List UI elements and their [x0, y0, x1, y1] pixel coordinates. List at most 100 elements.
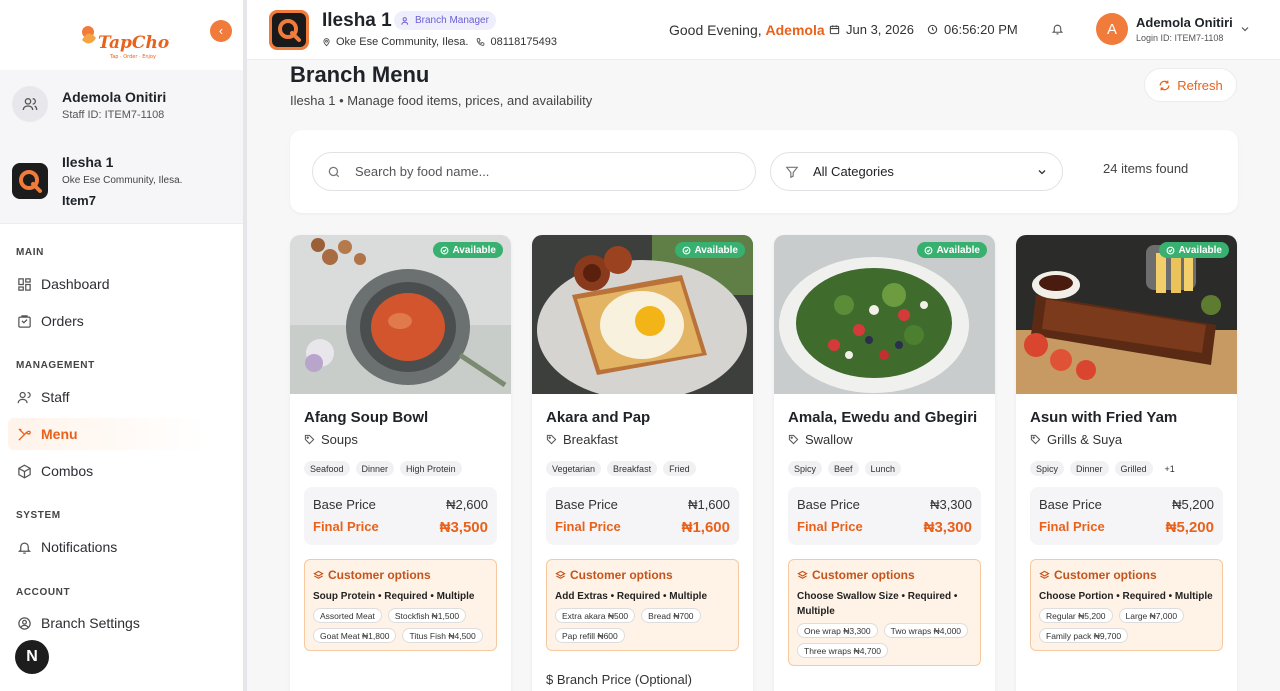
- tag: Spicy: [788, 461, 823, 476]
- sidebar-branch-address: Oke Ese Community, Ilesa.: [62, 175, 183, 186]
- role-badge: Branch Manager: [394, 11, 496, 30]
- price-box: Base Price ₦5,200 Final Price ₦5,200: [1030, 487, 1223, 545]
- search-placeholder: Search by food name...: [355, 164, 490, 179]
- refresh-label: Refresh: [1177, 77, 1223, 93]
- users-icon: [16, 389, 32, 405]
- option-group-label: Add Extras • Required • Multiple: [555, 591, 708, 602]
- section-label-system: SYSTEM: [16, 510, 61, 521]
- category-value: All Categories: [813, 164, 894, 179]
- base-price-label: Base Price: [555, 497, 618, 512]
- layers-icon: [1039, 570, 1050, 579]
- sidebar-item-menu[interactable]: Menu: [8, 418, 208, 450]
- page-title: Branch Menu: [290, 62, 430, 87]
- sidebar-staff-id: Staff ID: ITEM7-1108: [62, 109, 165, 121]
- address-text: Oke Ese Community, Ilesa.: [336, 36, 469, 48]
- food-category: Grills & Suya: [1030, 432, 1122, 447]
- menu-card[interactable]: Available Akara and Pap Breakfast Vegeta…: [532, 235, 753, 691]
- sidebar-item-label: Menu: [41, 426, 78, 442]
- option-group-label: Choose Portion • Required • Multiple: [1039, 591, 1213, 602]
- availability-badge: Available: [917, 242, 987, 258]
- notifications-bell-icon[interactable]: [1051, 22, 1064, 41]
- chevron-down-icon[interactable]: [1239, 22, 1251, 40]
- items-count: 24 items found: [1103, 161, 1189, 176]
- sidebar-item-branch-settings[interactable]: Branch Settings: [8, 607, 208, 639]
- price-box: Base Price ₦1,600 Final Price ₦1,600: [546, 487, 739, 545]
- menu-card[interactable]: Available Amala, Ewedu and Gbegiri Swall…: [774, 235, 995, 691]
- food-category: Swallow: [788, 432, 853, 447]
- user-avatar[interactable]: A: [1096, 13, 1128, 45]
- menu-card[interactable]: Available Asun with Fried Yam Grills & S…: [1016, 235, 1237, 691]
- sidebar-item-label: Notifications: [41, 539, 118, 555]
- category-select[interactable]: All Categories: [770, 152, 1063, 191]
- tag: Dinner: [1070, 461, 1109, 476]
- branch-price-field[interactable]: $ Branch Price (Optional): [546, 672, 692, 687]
- final-price-value: ₦5,200: [1165, 519, 1214, 536]
- final-price-label: Final Price: [313, 519, 379, 534]
- branch-logo: [12, 163, 48, 199]
- phone-icon: [477, 38, 485, 46]
- header-login-id: Login ID: ITEM7-1108: [1136, 33, 1224, 43]
- food-tags: Vegetarian Breakfast Fried: [546, 461, 696, 476]
- sidebar-item-orders[interactable]: Orders: [8, 305, 208, 337]
- sidebar: TapChow Tap · Order · Enjoy ‹ Ademola On…: [0, 0, 244, 691]
- sidebar-scrollbar[interactable]: [243, 0, 247, 691]
- header-user-name[interactable]: Ademola Onitiri: [1136, 15, 1233, 30]
- option-chip: Extra akara ₦500: [555, 608, 636, 623]
- menu-card[interactable]: Available Afang Soup Bowl Soups Seafood …: [290, 235, 511, 691]
- option-chip: Two wraps ₦4,000: [883, 623, 969, 638]
- tag: High Protein: [400, 461, 462, 476]
- n-badge-button[interactable]: N: [15, 640, 49, 674]
- header-branch-name: Ilesha 1: [322, 10, 392, 31]
- settings-icon: [16, 615, 32, 631]
- sidebar-item-dashboard[interactable]: Dashboard: [8, 268, 208, 300]
- section-label-management: MANAGEMENT: [16, 360, 95, 371]
- option-chip: Family pack ₦9,700: [1039, 628, 1129, 643]
- map-pin-icon: [323, 38, 330, 47]
- header-time: 06:56:20 PM: [927, 22, 1018, 37]
- sidebar-profile: Ademola Onitiri Staff ID: ITEM7-1108 Ile…: [0, 70, 243, 224]
- base-price-value: ₦5,200: [1172, 497, 1214, 512]
- option-chip: Large ₦7,000: [1118, 608, 1185, 623]
- sidebar-user-name: Ademola Onitiri: [62, 89, 167, 105]
- user-icon: [401, 16, 409, 25]
- check-circle-icon: [925, 246, 933, 254]
- greeting-name: Ademola: [765, 22, 825, 38]
- search-input[interactable]: Search by food name...: [312, 152, 756, 191]
- orders-icon: [16, 313, 32, 329]
- header-address: Oke Ese Community, Ilesa. 08118175493: [322, 36, 557, 48]
- section-label-account: ACCOUNT: [16, 587, 71, 598]
- refresh-button[interactable]: Refresh: [1144, 68, 1237, 102]
- chevron-down-icon: [1038, 169, 1046, 174]
- sidebar-branch-name: Ilesha 1: [62, 154, 114, 170]
- role-label: Branch Manager: [415, 15, 489, 26]
- sidebar-item-combos[interactable]: Combos: [8, 455, 208, 487]
- check-circle-icon: [683, 246, 691, 254]
- header-branch-logo: [269, 10, 309, 50]
- tapchow-logo[interactable]: TapChow Tap · Order · Enjoy: [74, 18, 185, 62]
- sidebar-branch-code: Item7: [62, 193, 96, 208]
- customer-options: Customer options Choose Swallow Size • R…: [788, 559, 981, 666]
- collapse-sidebar-button[interactable]: ‹: [210, 20, 232, 42]
- food-tags: Seafood Dinner High Protein: [304, 461, 462, 476]
- final-price-value: ₦3,300: [923, 519, 972, 536]
- tag: Beef: [828, 461, 859, 476]
- food-tags: Spicy Beef Lunch: [788, 461, 902, 476]
- tag: Lunch: [864, 461, 902, 476]
- tag: Fried: [663, 461, 696, 476]
- utensils-icon: [16, 426, 32, 442]
- date-text: Jun 3, 2026: [846, 22, 914, 37]
- sidebar-item-staff[interactable]: Staff: [8, 381, 208, 413]
- food-name: Afang Soup Bowl: [304, 409, 429, 426]
- sidebar-item-notifications[interactable]: Notifications: [8, 531, 208, 563]
- availability-badge: Available: [433, 242, 503, 258]
- tag: Breakfast: [607, 461, 658, 476]
- chevron-left-icon: ‹: [218, 23, 224, 38]
- tag-icon: [1030, 434, 1041, 445]
- sidebar-item-label: Combos: [41, 463, 94, 479]
- greeting-text: Good Evening,: [669, 22, 762, 38]
- filter-bar: Search by food name... All Categories 24…: [290, 130, 1238, 213]
- food-image: Available: [290, 235, 511, 394]
- tag: Spicy: [1030, 461, 1065, 476]
- base-price-label: Base Price: [1039, 497, 1102, 512]
- user-icon: [12, 86, 48, 122]
